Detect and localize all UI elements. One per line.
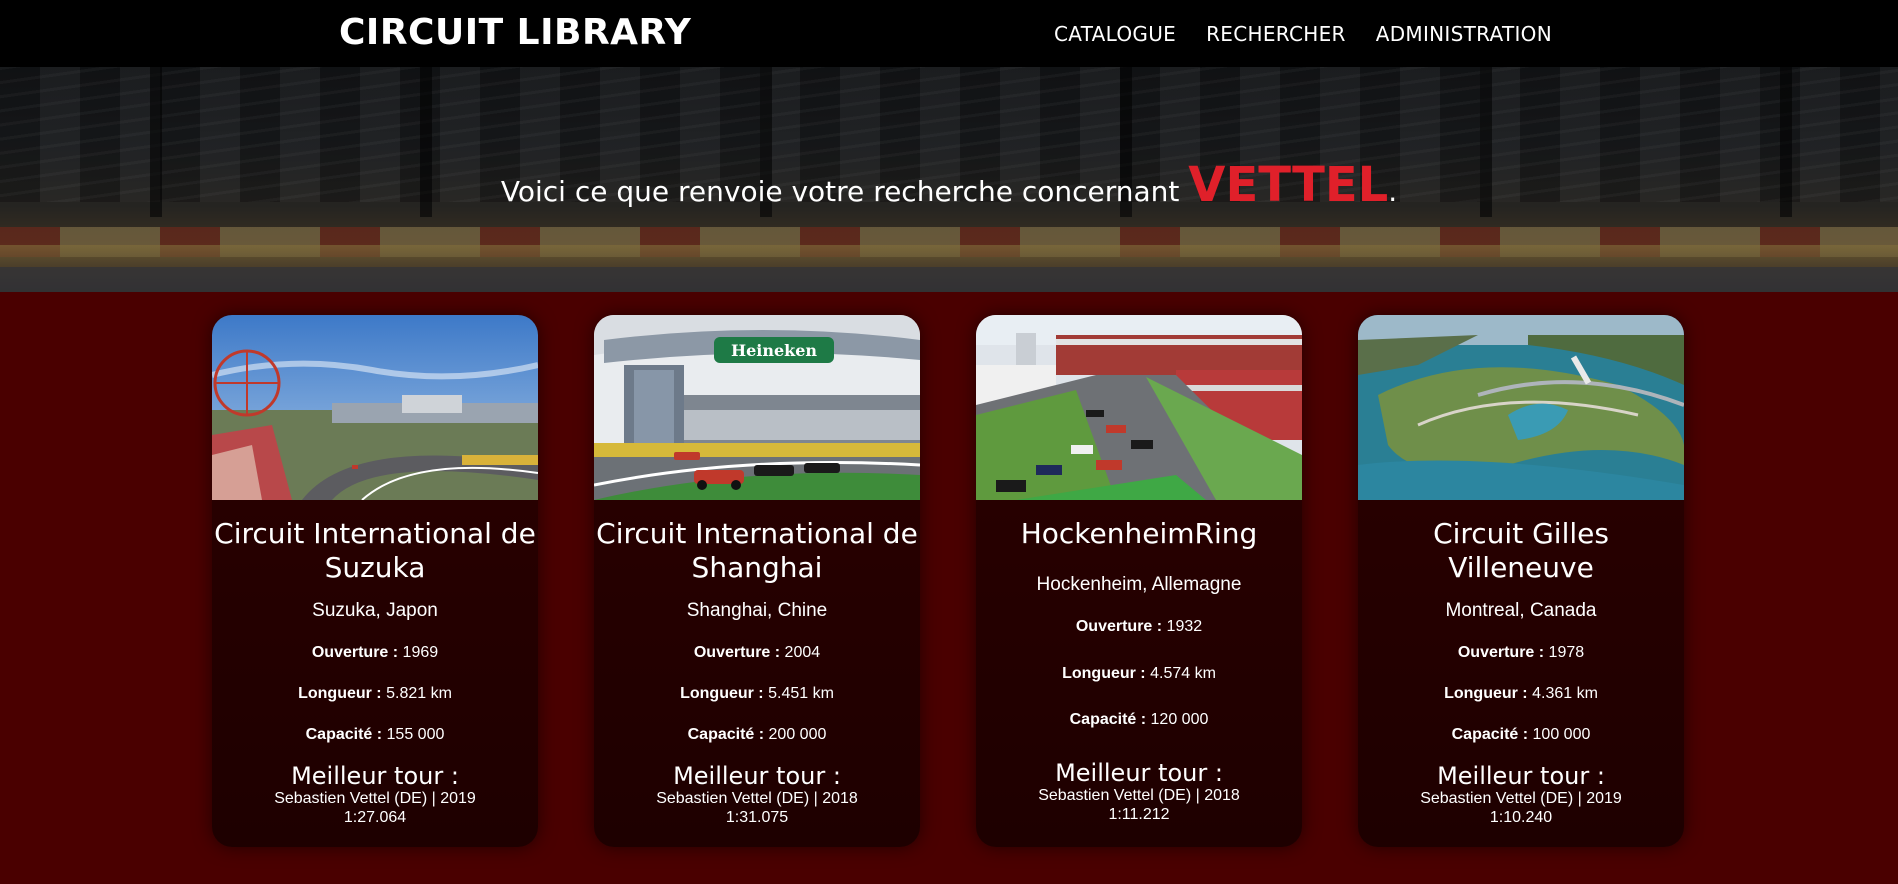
circuit-card-body: HockenheimRing Hockenheim, Allemagne Ouv… [976,500,1302,847]
best-lap-driver: Sebastien Vettel (DE) | 2018 [656,790,858,807]
navbar: CIRCUIT LIBRARY CATALOGUE RECHERCHER ADM… [0,0,1898,67]
best-lap-time: 1:31.075 [725,809,789,826]
capacity-value: 200 000 [768,726,827,743]
circuit-photo-suzuka [212,315,538,500]
circuit-card[interactable]: Heineken Circuit International de Shangh… [594,315,920,847]
circuit-length: Longueur : 4.361 km [1358,684,1684,704]
brand-logo[interactable]: CIRCUIT LIBRARY [339,13,691,53]
circuit-capacity: Capacité : 200 000 [594,725,920,745]
circuit-name: Circuit International de Suzuka [214,517,536,584]
opening-value: 2004 [784,644,821,661]
circuit-length: Longueur : 5.451 km [594,684,920,704]
best-lap-time: 1:27.064 [343,809,407,826]
nav-links: CATALOGUE RECHERCHER ADMINISTRATION [1054,21,1552,47]
circuit-card-body: Circuit International de Suzuka Suzuka, … [212,500,538,847]
circuit-photo-montreal [1358,315,1684,500]
circuit-card-body: Circuit International de Shanghai Shangh… [594,500,920,847]
hero-banner: Voici ce que renvoie votre recherche con… [0,67,1898,292]
circuit-capacity: Capacité : 155 000 [212,725,538,745]
best-lap-title: Meilleur tour : [1055,759,1223,787]
circuit-name: HockenheimRing [1020,517,1258,550]
search-result-intro: Voici ce que renvoie votre recherche con… [500,175,1189,208]
circuit-name: Circuit Gilles Villeneuve [1433,517,1609,584]
search-result-heading: Voici ce que renvoie votre recherche con… [0,155,1898,222]
opening-value: 1978 [1548,644,1585,661]
opening-label: Ouverture : [311,644,399,661]
opening-value: 1969 [402,644,439,661]
length-label: Longueur : [680,685,764,702]
circuit-opening: Ouverture : 1969 [212,643,538,663]
length-value: 4.361 km [1532,685,1598,702]
best-lap-title: Meilleur tour : [1437,762,1605,790]
nav-link-administration[interactable]: ADMINISTRATION [1376,21,1552,47]
nav-link-catalogue[interactable]: CATALOGUE [1054,21,1176,47]
circuit-location: Shanghai, Chine [686,600,828,621]
capacity-value: 120 000 [1150,711,1209,728]
capacity-value: 155 000 [386,726,445,743]
search-result-suffix: . [1388,175,1398,208]
circuit-length: Longueur : 4.574 km [976,664,1302,684]
best-lap-time: 1:10.240 [1489,809,1553,826]
best-lap-driver: Sebastien Vettel (DE) | 2018 [1038,787,1240,804]
capacity-label: Capacité : [687,726,765,743]
best-lap-time: 1:11.212 [1108,806,1170,823]
opening-label: Ouverture : [1075,618,1163,635]
circuit-card-body: Circuit Gilles Villeneuve Montreal, Cana… [1358,500,1684,847]
circuit-capacity: Capacité : 100 000 [1358,725,1684,745]
circuit-length: Longueur : 5.821 km [212,684,538,704]
capacity-label: Capacité : [1451,726,1529,743]
circuit-location: Montreal, Canada [1445,600,1597,621]
capacity-label: Capacité : [305,726,383,743]
heineken-sign: Heineken [731,341,817,360]
circuit-card[interactable]: HockenheimRing Hockenheim, Allemagne Ouv… [976,315,1302,847]
circuit-opening: Ouverture : 1978 [1358,643,1684,663]
length-value: 4.574 km [1150,665,1216,682]
circuit-card[interactable]: Circuit International de Suzuka Suzuka, … [212,315,538,847]
length-label: Longueur : [1444,685,1528,702]
circuit-photo-hockenheim [976,315,1302,500]
circuit-location: Hockenheim, Allemagne [1036,574,1242,595]
best-lap-title: Meilleur tour : [291,762,459,790]
search-query: VETTEL [1188,157,1389,213]
best-lap-driver: Sebastien Vettel (DE) | 2019 [1420,790,1622,807]
circuit-capacity: Capacité : 120 000 [976,710,1302,730]
length-label: Longueur : [298,685,382,702]
best-lap-title: Meilleur tour : [673,762,841,790]
length-value: 5.451 km [768,685,834,702]
best-lap-driver: Sebastien Vettel (DE) | 2019 [274,790,476,807]
capacity-value: 100 000 [1532,726,1591,743]
circuit-card-list: Circuit International de Suzuka Suzuka, … [212,315,1688,847]
circuit-location: Suzuka, Japon [312,600,438,621]
opening-label: Ouverture : [1457,644,1545,661]
circuit-name: Circuit International de Shanghai [596,517,918,584]
capacity-label: Capacité : [1069,711,1147,728]
length-value: 5.821 km [386,685,452,702]
circuit-photo-shanghai: Heineken [594,315,920,500]
circuit-opening: Ouverture : 1932 [976,617,1302,637]
circuit-opening: Ouverture : 2004 [594,643,920,663]
opening-label: Ouverture : [693,644,781,661]
length-label: Longueur : [1062,665,1146,682]
opening-value: 1932 [1166,618,1203,635]
nav-link-rechercher[interactable]: RECHERCHER [1206,21,1346,47]
circuit-card[interactable]: Circuit Gilles Villeneuve Montreal, Cana… [1358,315,1684,847]
